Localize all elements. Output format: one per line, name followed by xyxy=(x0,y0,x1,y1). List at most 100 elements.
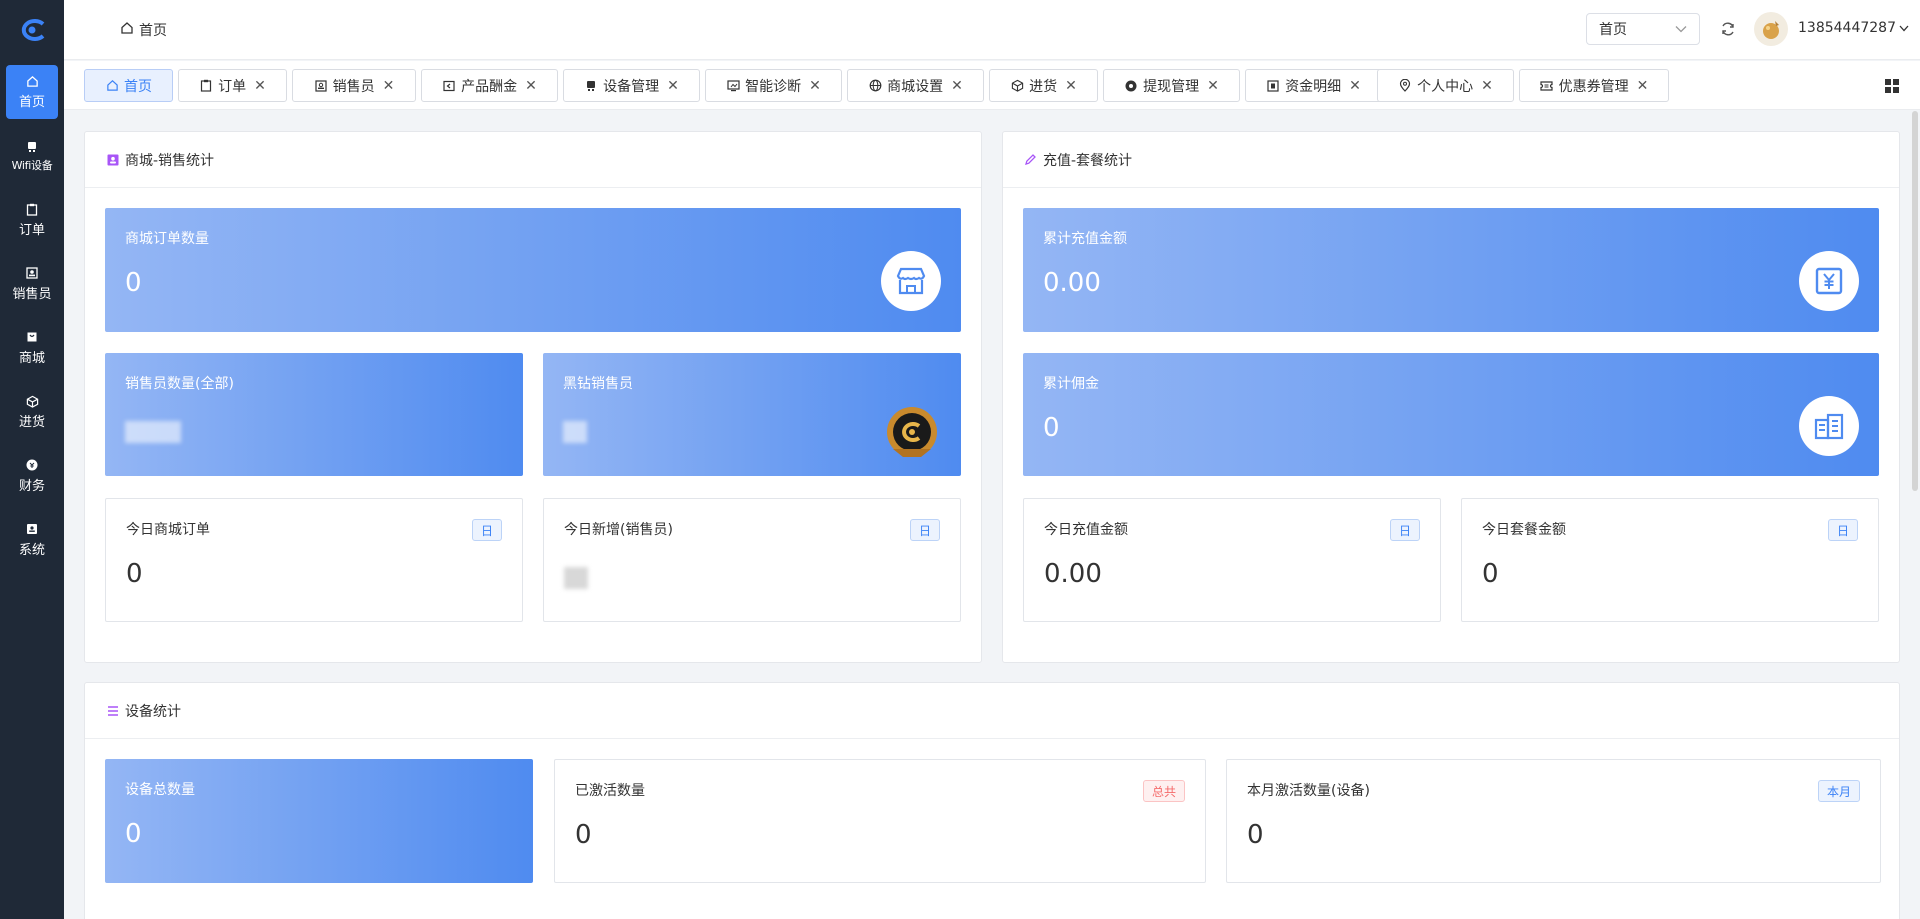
sidebar-item-label: 系统 xyxy=(18,543,45,558)
card-value: 0.00 xyxy=(1043,268,1101,298)
person-card-icon xyxy=(314,79,328,93)
clipboard-icon xyxy=(199,79,213,93)
tab-bar: 首页 订单 ✕ 销售员 ✕ 产品酬金 ✕ 设备管理 ✕ 智能诊断 ✕ 商城设置 … xyxy=(64,61,1920,110)
today-recharge-card: 今日充值金额 日 0.00 xyxy=(1023,498,1441,622)
logo-icon xyxy=(21,19,45,41)
chevron-down-icon xyxy=(1899,20,1909,36)
content-scrollbar[interactable] xyxy=(1912,111,1918,491)
blurred-value xyxy=(125,421,181,443)
card-title: 销售员数量(全部) xyxy=(125,376,234,392)
close-icon[interactable]: ✕ xyxy=(525,78,537,94)
day-badge: 日 xyxy=(1827,519,1858,541)
tab-personal-center[interactable]: 个人中心 ✕ xyxy=(1377,69,1514,102)
panel-title: 充值-套餐统计 xyxy=(1043,152,1133,169)
tab-label: 销售员 xyxy=(332,78,375,95)
app-logo[interactable] xyxy=(0,0,64,60)
card-title: 今日商城订单 xyxy=(126,522,210,538)
shopping-bag-icon xyxy=(25,330,39,344)
sidebar-item-finance[interactable]: 财务 xyxy=(6,449,58,503)
tab-fund-details[interactable]: 资金明细 ✕ xyxy=(1245,69,1382,102)
tab-device-management[interactable]: 设备管理 ✕ xyxy=(563,69,700,102)
mall-order-count-card: 商城订单数量 0 xyxy=(105,208,961,332)
total-recharge-card: 累计充值金额 0.00 xyxy=(1023,208,1879,332)
card-title: 今日充值金额 xyxy=(1044,522,1128,538)
sidebar-item-label: 销售员 xyxy=(12,287,52,302)
sidebar-item-label: 首页 xyxy=(18,95,45,110)
yuan-icon xyxy=(1799,251,1859,311)
sidebar-item-orders[interactable]: 订单 xyxy=(6,193,58,247)
close-icon[interactable]: ✕ xyxy=(667,78,679,94)
building-icon xyxy=(1799,396,1859,456)
salesman-count-card: 销售员数量(全部) xyxy=(105,353,523,476)
close-icon[interactable]: ✕ xyxy=(254,78,266,94)
activated-count-card: 已激活数量 总共 0 xyxy=(554,759,1206,883)
breadcrumb[interactable]: 首页 xyxy=(120,20,167,40)
tab-coupon-management[interactable]: 优惠券管理 ✕ xyxy=(1519,69,1669,102)
tab-label: 智能诊断 xyxy=(745,78,802,95)
tab-mall-settings[interactable]: 商城设置 ✕ xyxy=(847,69,984,102)
sidebar-item-mall[interactable]: 商城 xyxy=(6,321,58,375)
tab-label: 设备管理 xyxy=(603,78,660,95)
tab-label: 商城设置 xyxy=(887,78,944,95)
user-menu[interactable]: 13854447287 xyxy=(1798,20,1909,36)
close-icon[interactable]: ✕ xyxy=(1349,78,1361,94)
tab-smart-diagnosis[interactable]: 智能诊断 ✕ xyxy=(705,69,842,102)
tab-purchase[interactable]: 进货 ✕ xyxy=(989,69,1098,102)
refresh-icon[interactable] xyxy=(1719,20,1737,38)
tab-salesman[interactable]: 销售员 ✕ xyxy=(292,69,416,102)
device-stats-panel: 设备统计 设备总数量 0 已激活数量 总共 0 本月激活数量(设备) 本月 0 xyxy=(84,682,1900,919)
sidebar-item-system[interactable]: 系统 xyxy=(6,513,58,567)
ticket-icon xyxy=(1540,79,1554,93)
sidebar-item-purchase[interactable]: 进货 xyxy=(6,385,58,439)
recharge-stats-panel: 充值-套餐统计 累计充值金额 0.00 累计佣金 0 今日充值金额 日 0.00… xyxy=(1002,131,1900,663)
monitor-icon xyxy=(726,79,740,93)
tab-home[interactable]: 首页 xyxy=(84,69,173,102)
close-icon[interactable]: ✕ xyxy=(383,78,395,94)
sidebar-item-home[interactable]: 首页 xyxy=(6,65,58,119)
day-badge: 日 xyxy=(1389,519,1420,541)
location-icon xyxy=(1398,79,1412,93)
blurred-value xyxy=(564,567,588,589)
tab-orders[interactable]: 订单 ✕ xyxy=(178,69,287,102)
device-icon xyxy=(584,79,598,93)
medal-icon xyxy=(883,403,941,461)
top-header: 首页 首页 13854447287 xyxy=(64,0,1920,60)
close-icon[interactable]: ✕ xyxy=(1637,78,1649,94)
grid-menu-icon[interactable] xyxy=(1884,78,1900,94)
tab-label: 进货 xyxy=(1029,78,1058,95)
month-badge: 本月 xyxy=(1817,780,1860,802)
blurred-value xyxy=(563,421,587,443)
sidebar-item-salesman[interactable]: 销售员 xyxy=(6,257,58,311)
card-title: 商城订单数量 xyxy=(125,231,209,247)
panel-title: 设备统计 xyxy=(125,703,181,720)
close-icon[interactable]: ✕ xyxy=(1481,78,1493,94)
sidebar-item-label: Wifi设备 xyxy=(11,158,53,172)
sales-stats-panel: 商城-销售统计 商城订单数量 0 销售员数量(全部) 黑钻销售员 今日商城订单 … xyxy=(84,131,982,663)
breadcrumb-label: 首页 xyxy=(139,23,167,39)
panel-header: 商城-销售统计 xyxy=(85,132,981,188)
page-select-value: 首页 xyxy=(1599,22,1627,38)
tab-label: 优惠券管理 xyxy=(1558,78,1629,95)
coin-icon xyxy=(1124,79,1138,93)
close-icon[interactable]: ✕ xyxy=(809,78,821,94)
tab-withdraw-management[interactable]: 提现管理 ✕ xyxy=(1103,69,1240,102)
card-value: 0 xyxy=(1247,820,1264,850)
card-title: 累计佣金 xyxy=(1043,376,1099,392)
card-title: 设备总数量 xyxy=(125,782,195,798)
page-select[interactable]: 首页 xyxy=(1586,13,1700,45)
card-value: 0 xyxy=(125,819,142,849)
total-commission-card: 累计佣金 0 xyxy=(1023,353,1879,476)
black-diamond-salesman-card: 黑钻销售员 xyxy=(543,353,961,476)
home-icon xyxy=(25,74,39,88)
tab-product-commission[interactable]: 产品酬金 ✕ xyxy=(421,69,558,102)
close-icon[interactable]: ✕ xyxy=(1207,78,1219,94)
avatar[interactable] xyxy=(1754,12,1788,46)
card-title: 累计充值金额 xyxy=(1043,231,1127,247)
wallet-icon xyxy=(442,79,456,93)
sidebar-item-wifi-device[interactable]: Wifi设备 xyxy=(6,129,58,183)
pencil-icon xyxy=(1024,153,1037,166)
tab-label: 资金明细 xyxy=(1285,78,1342,95)
close-icon[interactable]: ✕ xyxy=(1065,78,1077,94)
today-mall-orders-card: 今日商城订单 日 0 xyxy=(105,498,523,622)
close-icon[interactable]: ✕ xyxy=(951,78,963,94)
